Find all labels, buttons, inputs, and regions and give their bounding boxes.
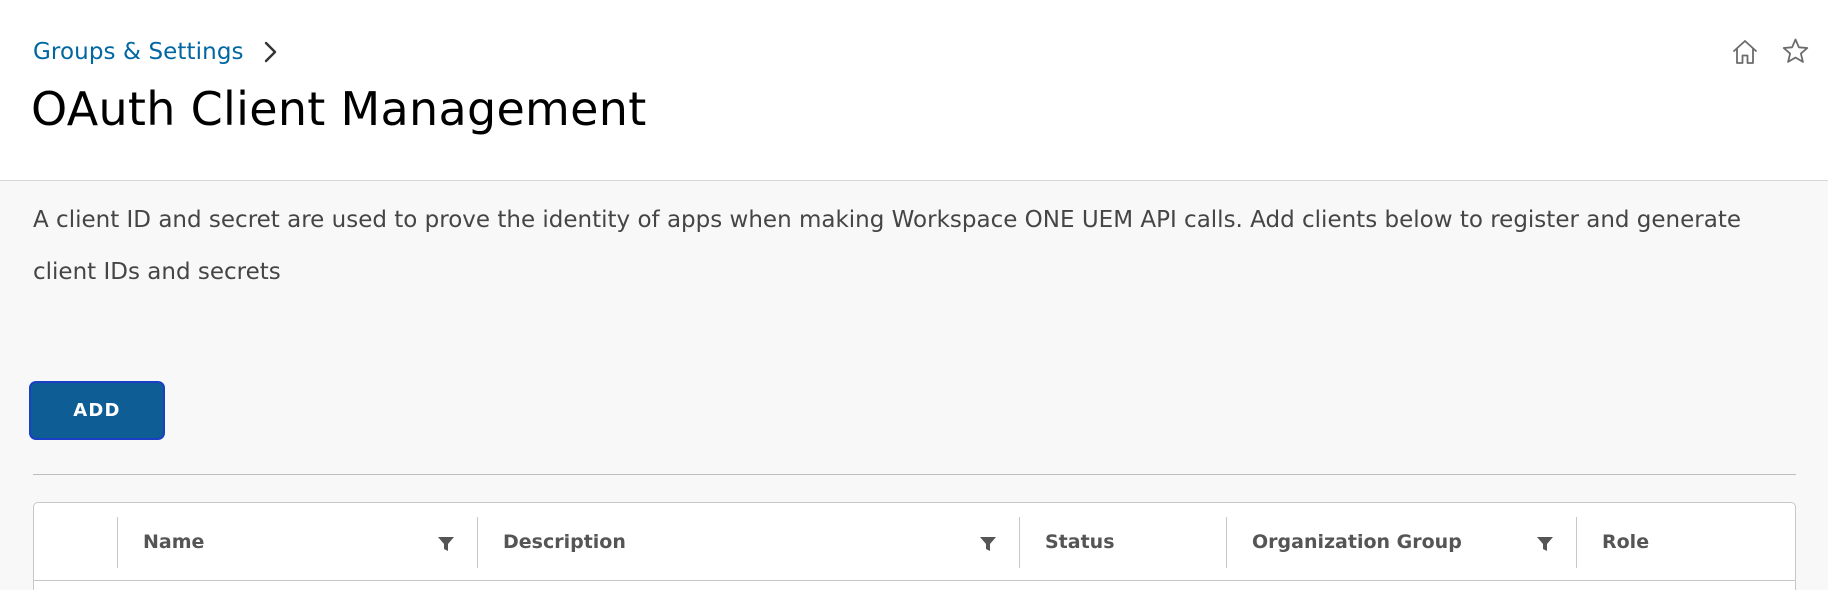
column-label: Description [503,530,626,553]
filter-icon[interactable] [437,535,455,553]
column-header-name[interactable]: Name [117,503,477,580]
chevron-right-icon [264,34,294,70]
page-header: Groups & Settings OAuth Client Managemen… [0,0,1828,181]
divider [33,474,1796,475]
breadcrumb: Groups & Settings [33,34,294,70]
add-button[interactable]: ADD [31,383,163,438]
column-header-status[interactable]: Status [1019,503,1226,580]
column-label: Role [1602,530,1650,553]
page-title: OAuth Client Management [31,82,647,136]
star-icon[interactable] [1780,36,1811,67]
column-label: Status [1045,530,1115,553]
filter-icon[interactable] [979,535,997,553]
header-actions [1729,36,1811,67]
column-header-organization-group[interactable]: Organization Group [1226,503,1576,580]
breadcrumb-link-groups-settings[interactable]: Groups & Settings [33,39,244,65]
column-label: Organization Group [1252,530,1462,553]
home-icon[interactable] [1729,36,1760,67]
column-header-description[interactable]: Description [477,503,1019,580]
filter-icon[interactable] [1536,535,1554,553]
table-header: Name Description Status Organization Gro… [34,503,1795,581]
oauth-clients-table: Name Description Status Organization Gro… [33,502,1796,590]
column-label: Name [143,530,205,553]
column-header-role[interactable]: Role [1576,503,1795,580]
page-description: A client ID and secret are used to prove… [33,207,1742,285]
column-select [34,503,117,580]
